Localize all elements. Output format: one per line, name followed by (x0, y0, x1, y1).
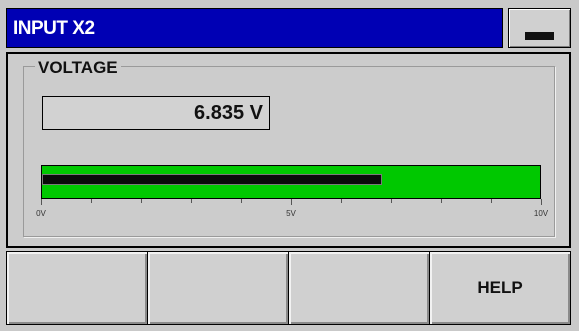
voltage-readout: 6.835 V (42, 96, 270, 130)
voltage-scale: 0V 5V 10V (36, 199, 548, 221)
voltage-gauge (41, 165, 541, 199)
softkey-1[interactable] (7, 252, 148, 324)
scale-tick (141, 199, 142, 203)
softkey-bar: HELP (6, 251, 571, 325)
scale-tick (191, 199, 192, 203)
title-bar: INPUT X2 (6, 8, 503, 48)
voltage-group: VOLTAGE 6.835 V 0V 5V 10V (23, 58, 555, 237)
dash-icon (525, 32, 554, 40)
scale-label-mid: 5V (286, 209, 296, 218)
voltage-value: 6.835 V (194, 102, 263, 124)
scale-tick (541, 199, 542, 205)
main-panel: VOLTAGE 6.835 V 0V 5V 10V (6, 52, 571, 248)
scale-label-max: 10V (533, 209, 549, 218)
help-button[interactable]: HELP (430, 252, 570, 324)
scale-tick (41, 199, 42, 205)
softkey-2[interactable] (148, 252, 289, 324)
page-title: INPUT X2 (13, 18, 95, 39)
voltage-gauge-fill (42, 174, 383, 185)
scale-tick (441, 199, 442, 203)
voltage-group-label: VOLTAGE (35, 58, 121, 78)
scale-label-min: 0V (36, 209, 46, 218)
scale-tick (341, 199, 342, 203)
scale-tick (91, 199, 92, 203)
scale-tick (491, 199, 492, 203)
scale-tick (291, 199, 292, 205)
scale-tick (391, 199, 392, 203)
mode-indicator[interactable] (508, 8, 571, 48)
softkey-3[interactable] (289, 252, 430, 324)
scale-tick (241, 199, 242, 203)
